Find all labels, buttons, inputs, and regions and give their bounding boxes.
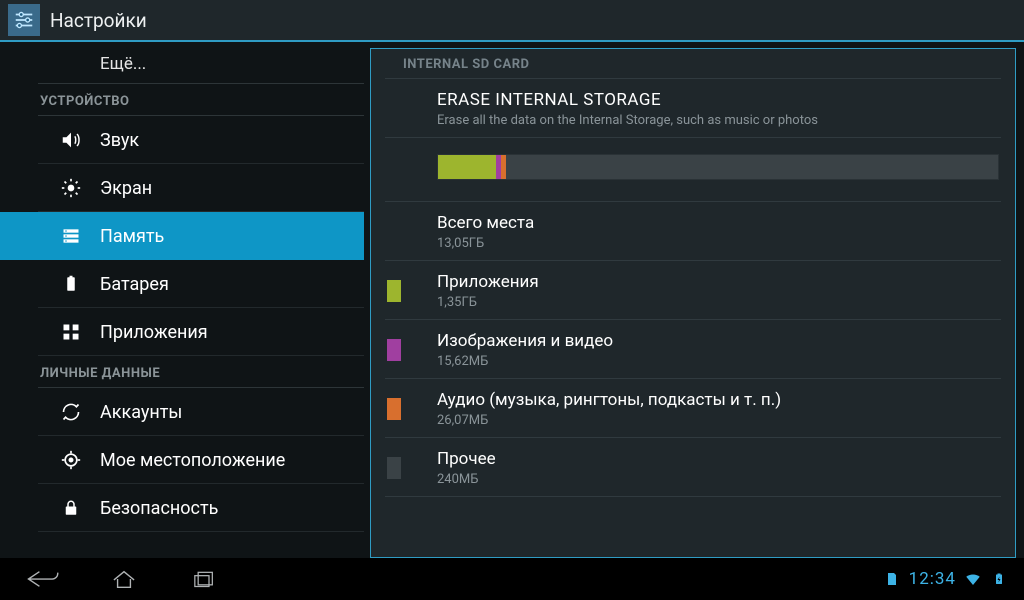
category-value: 15,62МБ — [437, 354, 613, 369]
sidebar-item-battery[interactable]: Батарея — [0, 260, 364, 308]
storage-detail-panel: INTERNAL SD CARD ERASE INTERNAL STORAGE … — [370, 48, 1016, 558]
sidebar-label: Ещё... — [100, 54, 146, 74]
sidebar-label: Аккаунты — [100, 402, 182, 423]
sidebar-label: Безопасность — [100, 498, 218, 519]
color-swatch — [387, 398, 401, 420]
erase-title: ERASE INTERNAL STORAGE — [437, 89, 818, 111]
wifi-icon — [964, 570, 982, 588]
usage-segment — [438, 155, 496, 179]
page-title: Настройки — [50, 9, 147, 32]
back-button[interactable] — [24, 564, 64, 594]
status-tray[interactable]: 12:34 — [883, 569, 1016, 589]
sidebar-item-accounts[interactable]: Аккаунты — [0, 388, 364, 436]
lock-icon — [60, 497, 82, 519]
erase-subtitle: Erase all the data on the Internal Stora… — [437, 113, 818, 128]
sidebar-item-storage[interactable]: Память — [0, 212, 364, 260]
storage-category-row[interactable]: Изображения и видео 15,62МБ — [371, 320, 1015, 379]
sidebar-label: Батарея — [100, 274, 169, 295]
category-value: 1,35ГБ — [437, 295, 539, 310]
section-header-internal-sd: INTERNAL SD CARD — [371, 49, 1015, 78]
sidebar-section-device: УСТРОЙСТВО — [0, 84, 364, 115]
total-value: 13,05ГБ — [437, 236, 534, 251]
volume-icon — [60, 129, 82, 151]
usage-segment — [501, 155, 507, 179]
sd-card-icon — [883, 570, 901, 588]
sidebar-label: Экран — [100, 178, 152, 199]
color-swatch — [387, 457, 401, 479]
sidebar-label: Память — [100, 226, 164, 247]
category-label: Аудио (музыка, рингтоны, подкасты и т. п… — [437, 389, 781, 411]
settings-sidebar: Ещё... УСТРОЙСТВО Звук Экран Память — [0, 42, 364, 558]
settings-app-icon — [8, 4, 40, 36]
sidebar-item-security[interactable]: Безопасность — [0, 484, 364, 532]
category-label: Изображения и видео — [437, 330, 613, 352]
sidebar-item-sound[interactable]: Звук — [0, 116, 364, 164]
clock: 12:34 — [909, 569, 956, 589]
battery-icon — [60, 273, 82, 295]
category-value: 26,07МБ — [437, 413, 781, 428]
storage-category-row[interactable]: Аудио (музыка, рингтоны, подкасты и т. п… — [371, 379, 1015, 438]
sync-icon — [60, 401, 82, 423]
storage-usage-bar-row — [371, 138, 1015, 202]
sidebar-label: Приложения — [100, 322, 208, 343]
battery-charging-icon — [990, 570, 1008, 588]
sidebar-item-display[interactable]: Экран — [0, 164, 364, 212]
sidebar-section-personal: ЛИЧНЫЕ ДАННЫЕ — [0, 356, 364, 387]
system-navbar: 12:34 — [0, 558, 1024, 600]
location-icon — [60, 449, 82, 471]
apps-icon — [60, 321, 82, 343]
sidebar-item-more[interactable]: Ещё... — [0, 44, 364, 84]
brightness-icon — [60, 177, 82, 199]
erase-storage-row[interactable]: ERASE INTERNAL STORAGE Erase all the dat… — [371, 79, 1015, 138]
sidebar-item-location[interactable]: Мое местоположение — [0, 436, 364, 484]
sidebar-label: Звук — [100, 130, 139, 151]
color-swatch — [387, 280, 401, 302]
sidebar-item-apps[interactable]: Приложения — [0, 308, 364, 356]
total-label: Всего места — [437, 212, 534, 234]
category-label: Приложения — [437, 271, 539, 293]
category-label: Прочее — [437, 448, 496, 470]
app-header: Настройки — [0, 0, 1024, 42]
storage-usage-bar — [437, 154, 999, 180]
home-button[interactable] — [104, 564, 144, 594]
storage-icon — [60, 225, 82, 247]
color-swatch — [387, 339, 401, 361]
storage-category-row[interactable]: Приложения 1,35ГБ — [371, 261, 1015, 320]
category-value: 240МБ — [437, 472, 496, 487]
sidebar-label: Мое местоположение — [100, 450, 285, 471]
total-space-row[interactable]: Всего места 13,05ГБ — [371, 202, 1015, 261]
recents-button[interactable] — [184, 564, 224, 594]
storage-category-row[interactable]: Прочее 240МБ — [371, 438, 1015, 497]
